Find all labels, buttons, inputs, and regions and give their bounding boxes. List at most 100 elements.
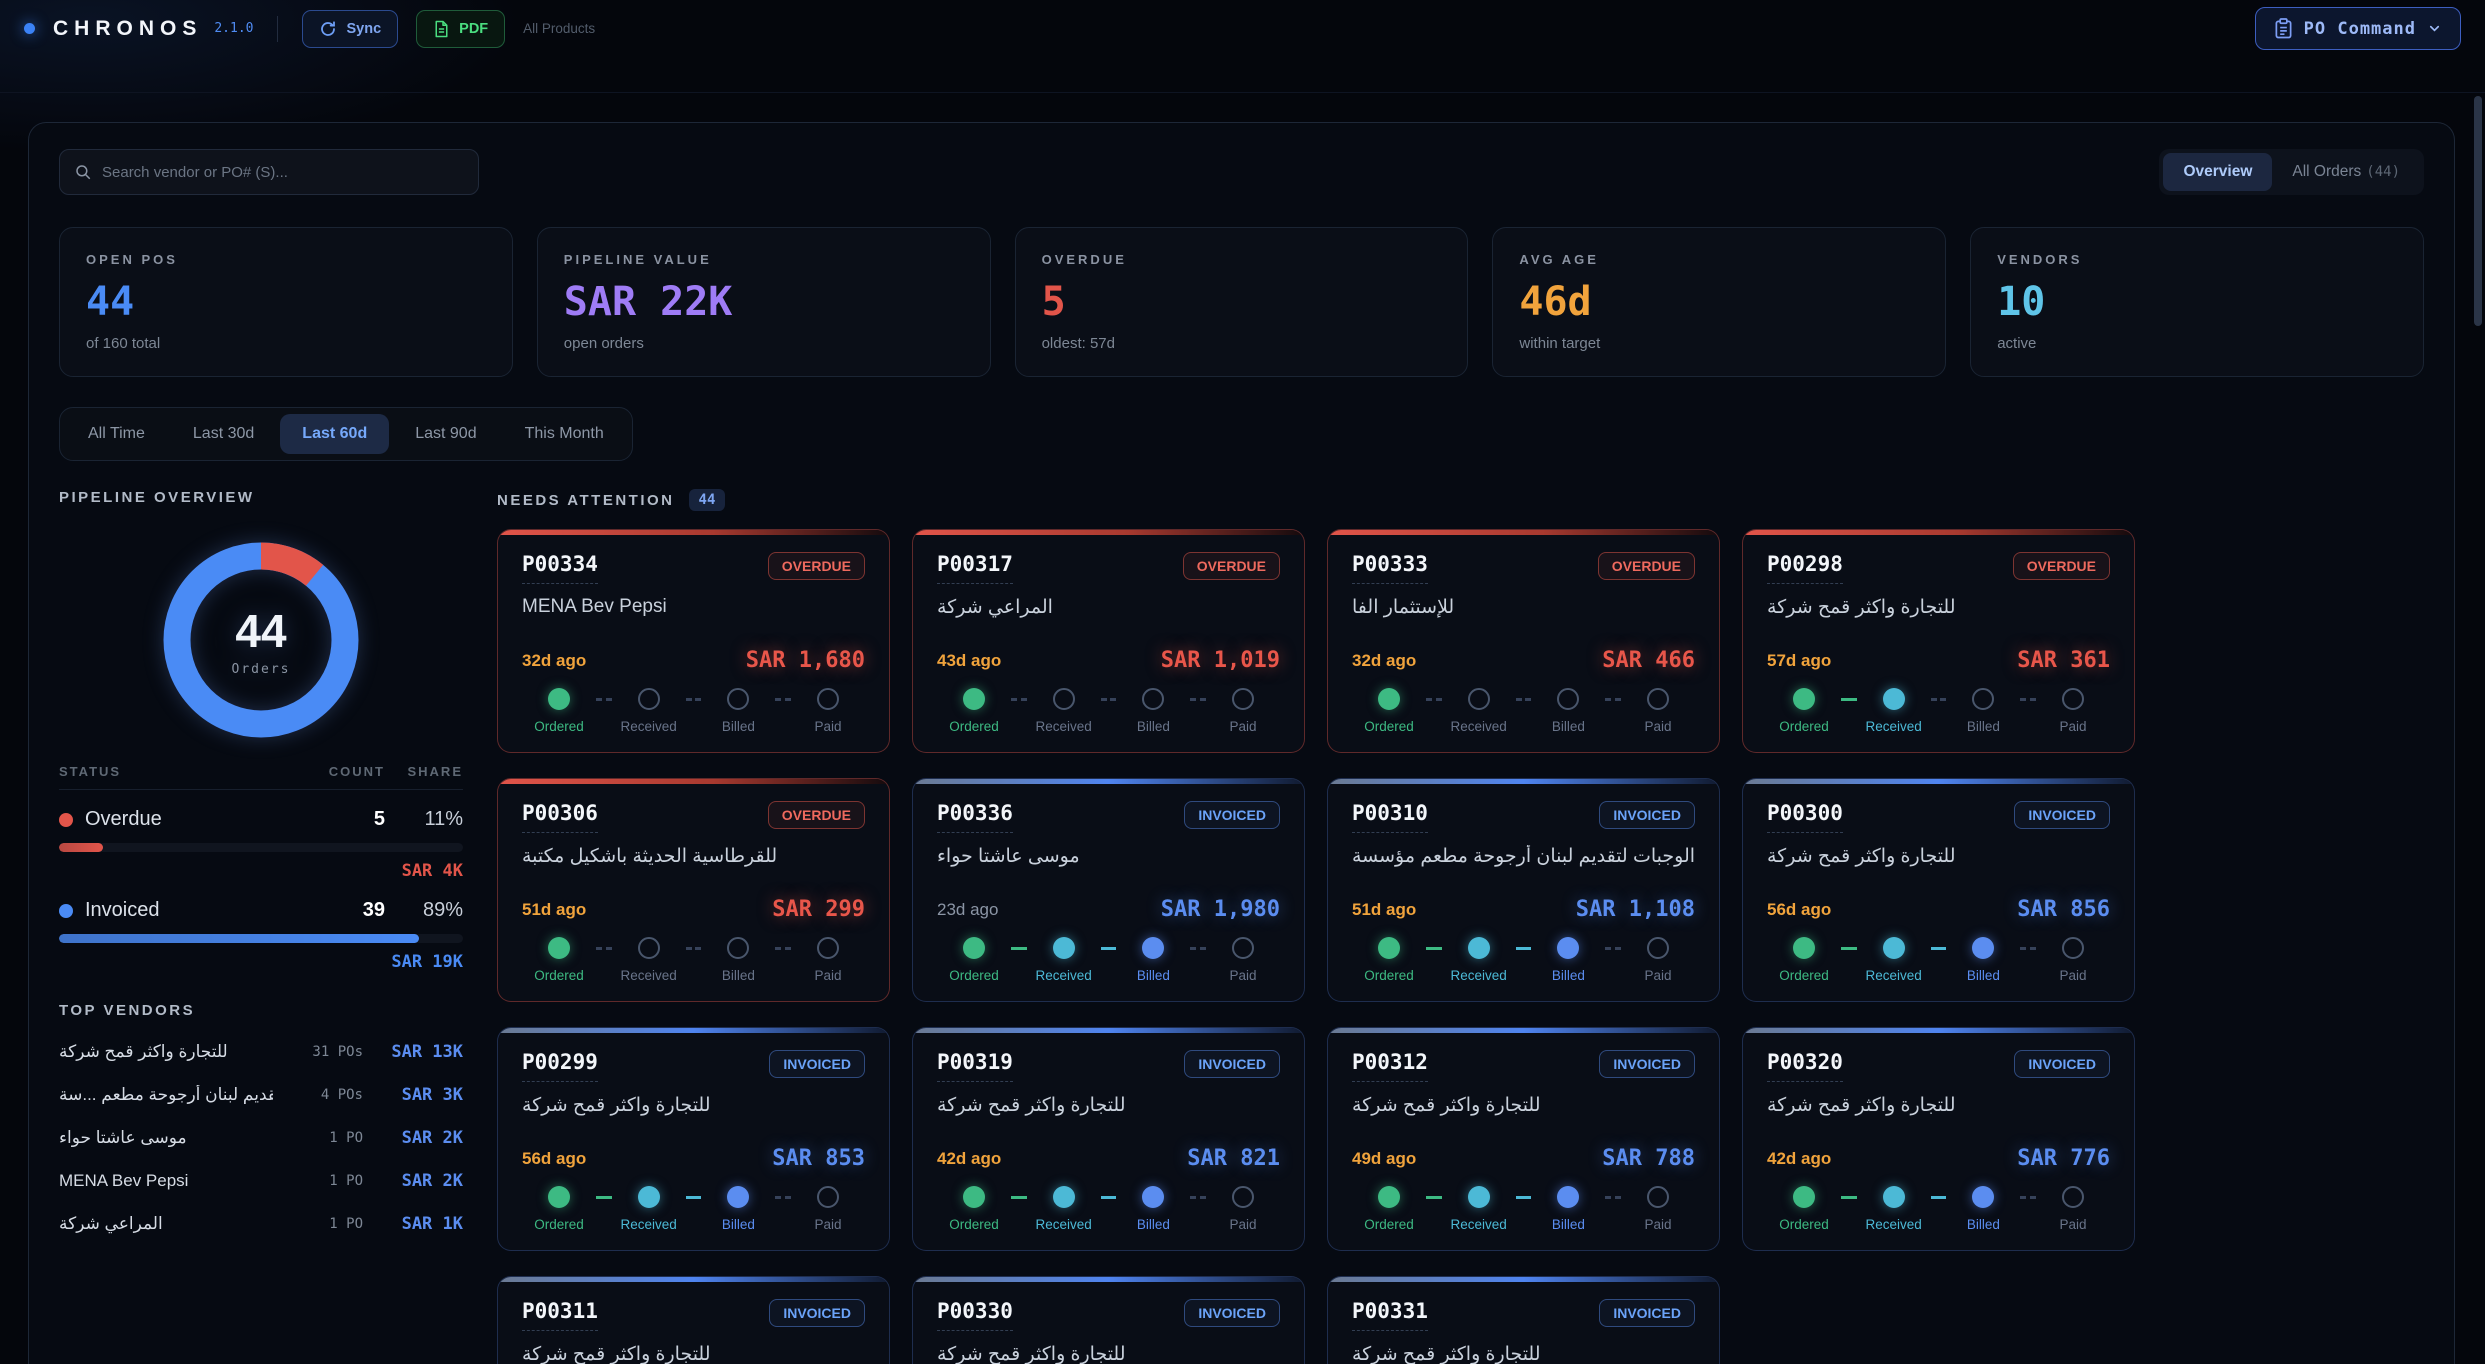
step-paid: Paid	[1206, 688, 1280, 734]
po-progress-steps: OrderedReceivedBilledPaid	[1352, 688, 1695, 734]
step-label: Received	[1866, 719, 1922, 734]
step-billed: Billed	[1531, 937, 1605, 983]
vendor-name: المراعي شركة	[59, 1214, 273, 1234]
po-card[interactable]: P00300 INVOICED للتجارة واكثر قمح شركة 5…	[1742, 778, 2135, 1002]
step-connector	[596, 947, 612, 950]
po-card[interactable]: P00319 INVOICED للتجارة واكثر قمح شركة 4…	[912, 1027, 1305, 1251]
po-card[interactable]: P00330 INVOICED للتجارة واكثر قمح شركة O…	[912, 1276, 1305, 1364]
step-dot-icon	[1378, 937, 1400, 959]
po-card[interactable]: P00336 INVOICED موسى عاشتا حواء 23d ago …	[912, 778, 1305, 1002]
status-progress-track	[59, 934, 463, 943]
kpi-card: AVG AGE 46d within target	[1492, 227, 1946, 377]
step-dot-icon	[2062, 937, 2084, 959]
view-tab[interactable]: All Orders(44)	[2272, 153, 2420, 191]
po-card[interactable]: P00311 INVOICED للتجارة واكثر قمح شركة O…	[497, 1276, 890, 1364]
card-accent-bar	[1328, 1028, 1719, 1033]
step-dot-icon	[1142, 688, 1164, 710]
step-label: Billed	[722, 1217, 755, 1232]
kpi-label: VENDORS	[1997, 252, 2397, 267]
step-dot-icon	[1883, 1186, 1905, 1208]
time-filter-button[interactable]: Last 90d	[393, 414, 498, 454]
po-vendor-name: المراعي شركة	[937, 596, 1280, 619]
step-connector	[2020, 947, 2036, 950]
step-dot-icon	[1232, 937, 1254, 959]
step-ordered: Ordered	[1767, 688, 1841, 734]
vendor-row: الوجبات لتقديم لبنان أرجوحة مطعم ...سة 4…	[59, 1085, 463, 1105]
needs-attention-section: NEEDS ATTENTION 44 P00334 OVERDUE MENA B…	[497, 489, 2424, 1364]
po-number: P00333	[1352, 552, 1428, 584]
search-input[interactable]	[102, 164, 464, 181]
po-amount: SAR 1,108	[1576, 897, 1695, 922]
clipboard-icon	[2274, 18, 2293, 39]
search-box[interactable]	[59, 149, 479, 195]
po-number: P00299	[522, 1050, 598, 1082]
vendor-name: الوجبات لتقديم لبنان أرجوحة مطعم ...سة	[59, 1085, 273, 1105]
pdf-label: PDF	[459, 21, 488, 37]
status-badge: OVERDUE	[1598, 552, 1695, 580]
step-dot-icon	[548, 688, 570, 710]
step-label: Paid	[1645, 968, 1672, 983]
po-card[interactable]: P00312 INVOICED للتجارة واكثر قمح شركة 4…	[1327, 1027, 1720, 1251]
kpi-subtext: open orders	[564, 335, 964, 352]
po-card[interactable]: P00317 OVERDUE المراعي شركة 43d ago SAR …	[912, 529, 1305, 753]
step-dot-icon	[817, 1186, 839, 1208]
po-number: P00331	[1352, 1299, 1428, 1331]
step-label: Billed	[1137, 719, 1170, 734]
step-billed: Billed	[1531, 688, 1605, 734]
po-command-dropdown[interactable]: PO Command	[2255, 7, 2461, 50]
top-bar: CHRONOS 2.1.0 Sync PDF All Products	[0, 0, 2485, 57]
po-card[interactable]: P00310 INVOICED الوجبات لتقديم لبنان أرج…	[1327, 778, 1720, 1002]
app-title: CHRONOS	[53, 17, 202, 41]
po-progress-steps: OrderedReceivedBilledPaid	[937, 688, 1280, 734]
po-amount: SAR 776	[2017, 1146, 2110, 1171]
step-label: Billed	[1967, 1217, 2000, 1232]
vendor-amount: SAR 2K	[363, 1128, 463, 1148]
status-label: Overdue	[85, 808, 162, 831]
time-filter-button[interactable]: All Time	[66, 414, 167, 454]
po-card[interactable]: P00320 INVOICED للتجارة واكثر قمح شركة 4…	[1742, 1027, 2135, 1251]
step-billed: Billed	[1946, 1186, 2020, 1232]
scrollbar-thumb[interactable]	[2474, 96, 2482, 326]
po-vendor-name: للتجارة واكثر قمح شركة	[1352, 1094, 1695, 1117]
needs-attention-title: NEEDS ATTENTION	[497, 492, 675, 509]
chevron-down-icon	[2427, 21, 2442, 36]
donut-total: 44	[235, 604, 286, 658]
pdf-button[interactable]: PDF	[416, 10, 505, 48]
step-connector	[1190, 947, 1206, 950]
step-label: Ordered	[949, 1217, 999, 1232]
step-dot-icon	[1972, 688, 1994, 710]
po-card[interactable]: P00334 OVERDUE MENA Bev Pepsi 32d ago SA…	[497, 529, 890, 753]
vendor-amount: SAR 3K	[363, 1085, 463, 1105]
po-card[interactable]: P00333 OVERDUE للإستثمار الفا 32d ago SA…	[1327, 529, 1720, 753]
time-filter-button[interactable]: This Month	[503, 414, 626, 454]
sync-button[interactable]: Sync	[302, 10, 398, 48]
step-label: Ordered	[1364, 1217, 1414, 1232]
vendor-row: موسى عاشتا حواء 1 PO SAR 2K	[59, 1128, 463, 1148]
kpi-value: 5	[1042, 279, 1442, 325]
status-badge: OVERDUE	[2013, 552, 2110, 580]
po-age: 49d ago	[1352, 1149, 1416, 1169]
step-ordered: Ordered	[937, 1186, 1011, 1232]
step-received: Received	[1442, 688, 1516, 734]
step-dot-icon	[817, 688, 839, 710]
po-card[interactable]: P00298 OVERDUE للتجارة واكثر قمح شركة 57…	[1742, 529, 2135, 753]
card-accent-bar	[913, 1277, 1304, 1282]
page-scrollbar[interactable]	[2474, 96, 2482, 1356]
po-amount: SAR 1,680	[746, 648, 865, 673]
status-badge: INVOICED	[1184, 1299, 1280, 1327]
time-filter-button[interactable]: Last 60d	[280, 414, 389, 454]
po-number: P00300	[1767, 801, 1843, 833]
step-dot-icon	[1378, 1186, 1400, 1208]
po-card[interactable]: P00306 OVERDUE للقرطاسية الحديثة باشكيل …	[497, 778, 890, 1002]
time-filter-button[interactable]: Last 30d	[171, 414, 276, 454]
vendor-po-count: 31 POs	[273, 1044, 363, 1060]
po-card[interactable]: P00331 INVOICED للتجارة واكثر قمح شركة O…	[1327, 1276, 1720, 1364]
step-connector	[1516, 1196, 1532, 1199]
step-connector	[686, 1196, 702, 1199]
po-vendor-name: للتجارة واكثر قمح شركة	[937, 1343, 1280, 1364]
status-amount: SAR 4K	[59, 861, 463, 881]
po-card[interactable]: P00299 INVOICED للتجارة واكثر قمح شركة 5…	[497, 1027, 890, 1251]
view-tab[interactable]: Overview	[2163, 153, 2272, 191]
step-dot-icon	[1557, 688, 1579, 710]
status-progress-fill	[59, 934, 419, 943]
